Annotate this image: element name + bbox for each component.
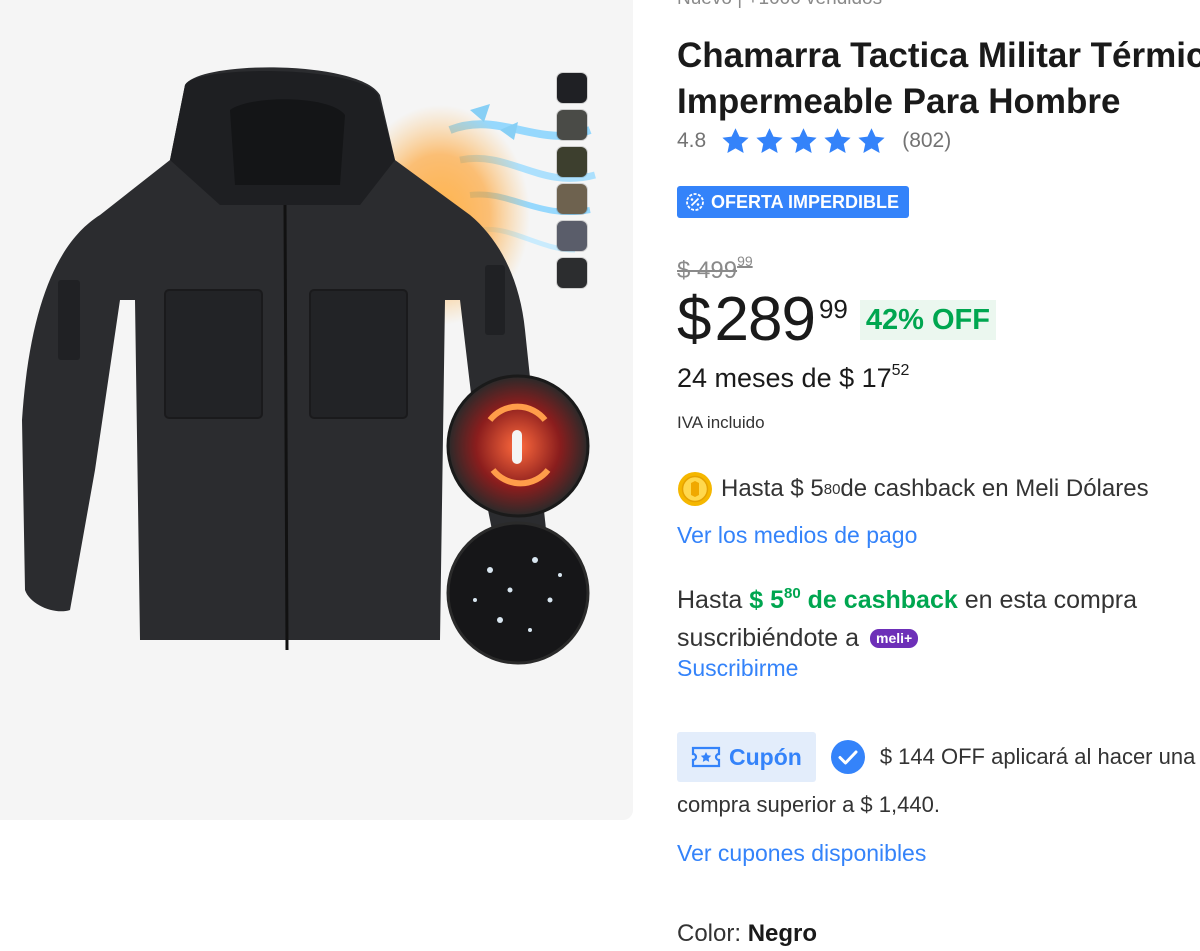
coupon-text: $ 144 OFF aplicará al hacer una (879, 744, 1196, 769)
coupon-button-label: Cupón (729, 743, 802, 770)
meli-amount: $ 580 de cashback (749, 585, 958, 614)
product-image[interactable] (0, 0, 633, 820)
meli-lead: Hasta (677, 586, 750, 614)
installments-cents: 52 (891, 362, 910, 379)
subscribe-link[interactable]: Suscribirme (677, 655, 798, 682)
view-coupons-link[interactable]: Ver cupones disponibles (677, 840, 926, 867)
cashback-prefix: Hasta $ 5 (721, 475, 824, 502)
meli-plus-promo: Hasta $ 580 de cashback en esta compra s… (677, 575, 1200, 657)
swatch-3[interactable] (557, 147, 587, 177)
old-price-cents: 99 (737, 253, 753, 269)
meli-amount-suffix: de cashback (800, 586, 958, 614)
cashback-cents: 80 (823, 480, 841, 498)
swatch-2[interactable] (557, 110, 587, 140)
cashback-suffix: de cashback en Meli Dólares (840, 475, 1149, 502)
tax-note: IVA incluido (677, 413, 765, 432)
swatch-1[interactable] (557, 73, 587, 103)
coupon-row: Cupón $ 144 OFF aplicará al hacer una (677, 732, 1195, 782)
color-value: Negro (747, 920, 818, 947)
star-icon (756, 128, 783, 153)
cashback-info: Hasta $ 5 80 de cashback en Meli Dólares (677, 471, 1149, 507)
ticket-icon (691, 746, 721, 768)
payment-methods-link[interactable]: Ver los medios de pago (677, 522, 917, 549)
rating[interactable]: 4.8 (802) (677, 127, 951, 155)
product-subtitle: Nuevo | +1000 vendidos (677, 0, 882, 10)
star-icon (722, 128, 749, 153)
current-price: $ 289 99 42% OFF (677, 284, 996, 356)
coin-icon (678, 472, 712, 506)
meli-plus-logo: meli+ (870, 629, 919, 648)
color-swatches (557, 73, 589, 295)
price-cents: 99 (818, 294, 848, 324)
rating-stars (720, 127, 890, 155)
product-gallery (0, 0, 633, 820)
color-selector-label: Color: Negro (677, 920, 817, 948)
check-icon (830, 740, 865, 774)
meli-amount-whole: $ 5 (749, 586, 785, 614)
swatch-5[interactable] (557, 221, 587, 251)
discount-label: 42% OFF (859, 300, 996, 340)
star-icon (824, 128, 851, 153)
rating-value: 4.8 (677, 129, 707, 152)
rating-count: (802) (902, 129, 952, 152)
price-currency: $ (677, 285, 711, 354)
discount-icon (686, 193, 704, 211)
star-icon (790, 128, 817, 153)
star-icon (858, 128, 885, 153)
price-whole: 289 (714, 285, 815, 354)
color-label: Color: (677, 920, 748, 947)
coupon-text-2: compra superior a $ 1,440. (677, 792, 940, 817)
installments-text: 24 meses de $ 17 (677, 363, 892, 393)
installments: 24 meses de $ 1752 (677, 362, 909, 394)
coupon-button[interactable]: Cupón (677, 732, 816, 782)
deal-badge-label: OFERTA IMPERDIBLE (711, 191, 899, 212)
product-title: Chamarra Tactica Militar Térmica Imperme… (677, 36, 1200, 121)
swatch-6[interactable] (557, 258, 587, 288)
deal-badge: OFERTA IMPERDIBLE (677, 186, 909, 218)
swatch-4[interactable] (557, 184, 587, 214)
old-price-whole: $ 499 (677, 257, 738, 284)
old-price: $ 49999 (677, 253, 753, 285)
meli-amount-cents: 80 (784, 585, 801, 602)
